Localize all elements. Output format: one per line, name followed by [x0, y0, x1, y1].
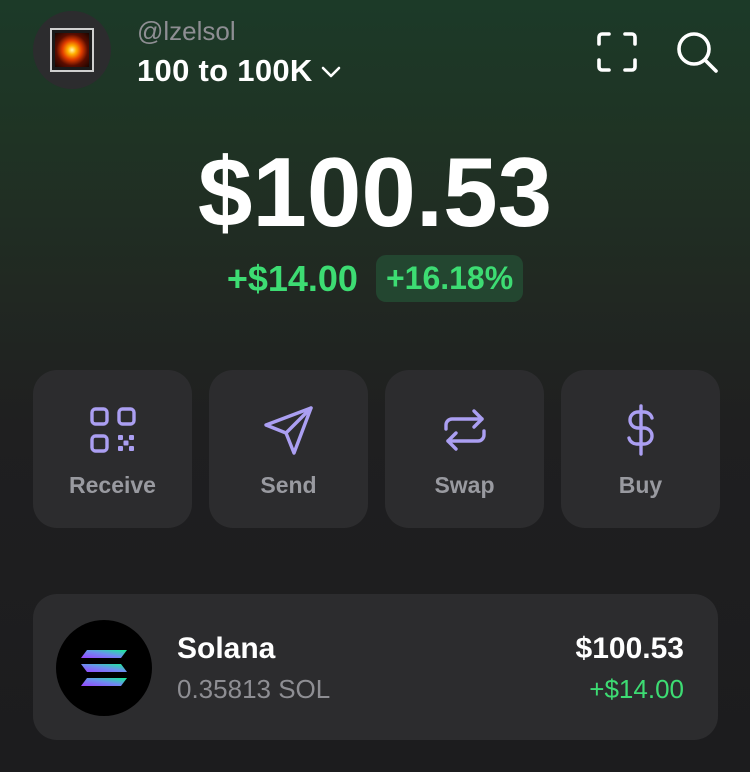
- token-row-solana[interactable]: Solana 0.35813 SOL $100.53 +$14.00: [33, 594, 718, 740]
- solana-logo-icon: [56, 620, 152, 716]
- change-amount: +$14.00: [226, 257, 358, 299]
- receive-button[interactable]: Receive: [33, 370, 192, 528]
- scan-icon[interactable]: [594, 29, 640, 75]
- token-name: Solana: [177, 632, 276, 665]
- receive-label: Receive: [69, 472, 156, 498]
- qr-code-icon: [89, 407, 136, 453]
- search-icon[interactable]: [674, 29, 720, 75]
- balance-change: +$14.00 +16.18%: [0, 255, 750, 302]
- token-amount: 0.35813 SOL: [177, 674, 331, 704]
- send-icon: [263, 406, 313, 455]
- solana-logo-mark: [81, 650, 127, 686]
- account-selector[interactable]: 100 to 100K: [137, 53, 343, 89]
- swap-label: Swap: [434, 472, 495, 498]
- account-name: 100 to 100K: [137, 53, 313, 88]
- swap-button[interactable]: Swap: [385, 370, 544, 528]
- change-percent-badge: +16.18%: [375, 255, 524, 302]
- username-handle: @lzelsol: [137, 16, 236, 46]
- swap-icon: [443, 409, 486, 451]
- total-balance: $100.53: [197, 137, 553, 247]
- buy-label: Buy: [618, 472, 663, 498]
- avatar[interactable]: [33, 11, 111, 89]
- token-change: +$14.00: [589, 674, 684, 704]
- avatar-image: [50, 28, 94, 72]
- action-bar: Receive Send Swap Buy: [33, 370, 720, 528]
- send-button[interactable]: Send: [209, 370, 368, 528]
- chevron-down-icon: [321, 66, 340, 78]
- dollar-icon: [626, 404, 654, 456]
- buy-button[interactable]: Buy: [561, 370, 720, 528]
- send-label: Send: [260, 472, 317, 498]
- token-value: $100.53: [575, 632, 684, 665]
